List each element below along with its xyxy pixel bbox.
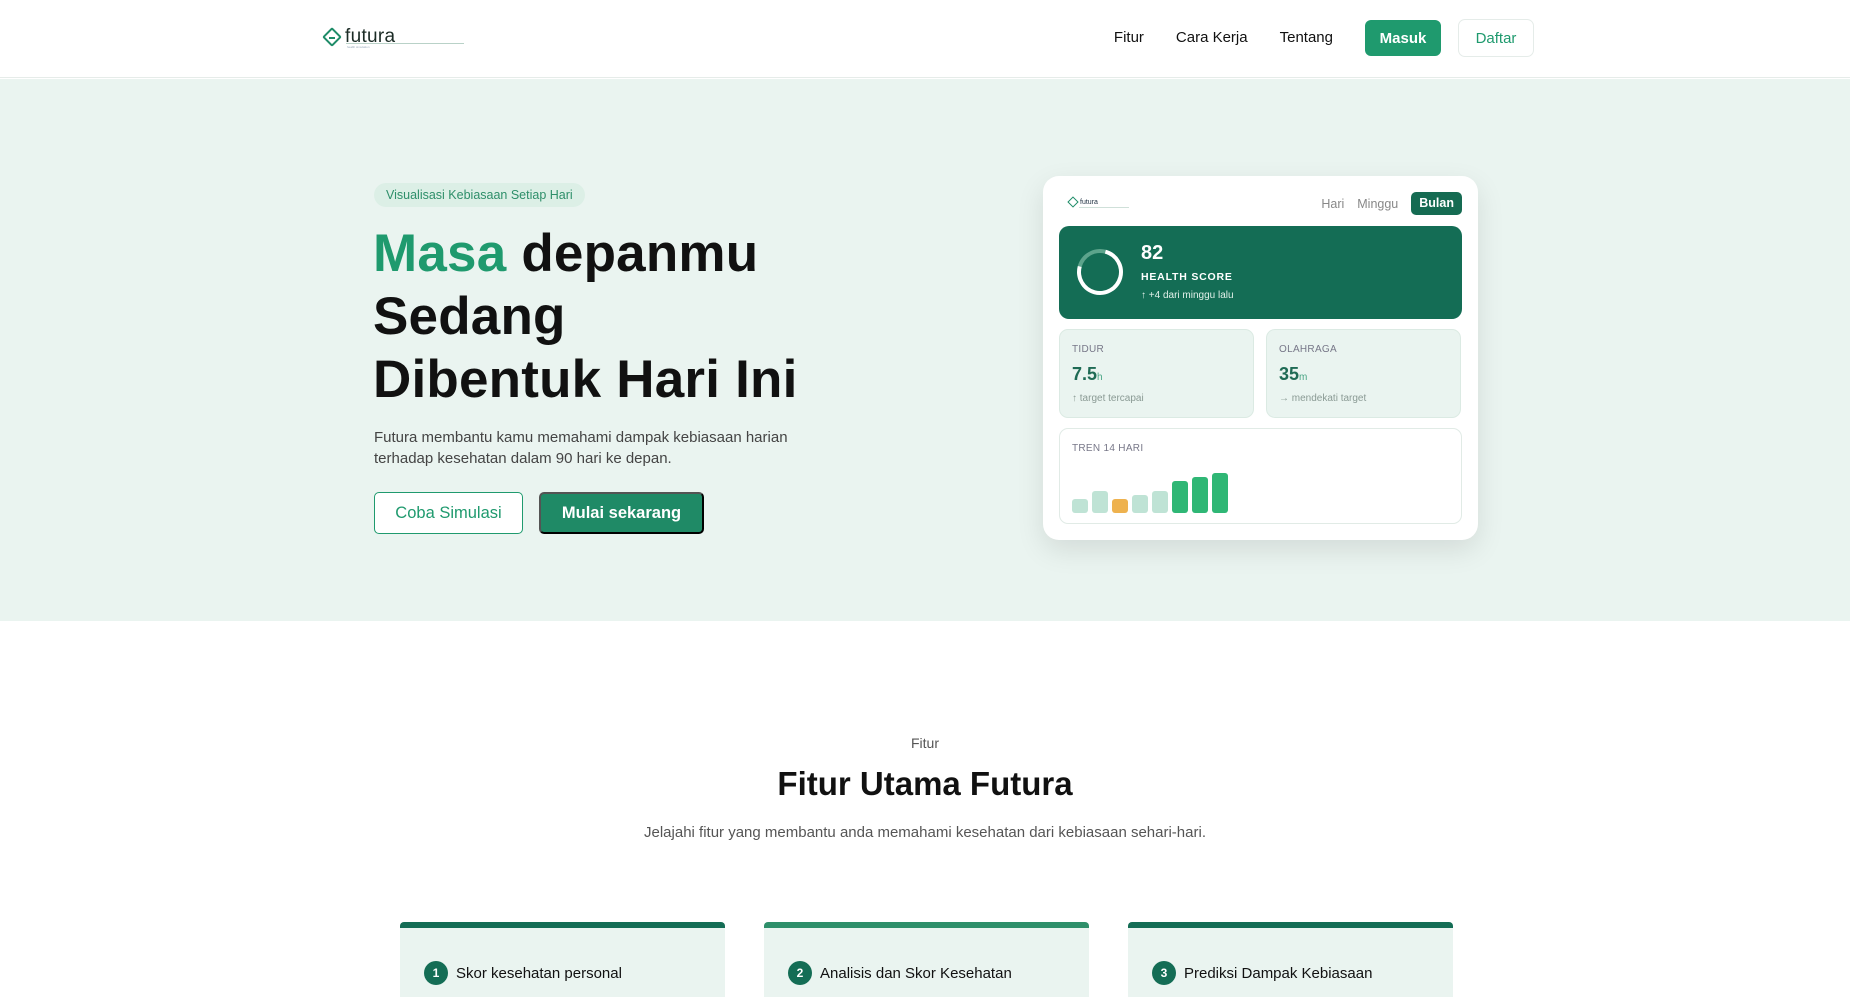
health-score-panel: 82 HEALTH SCORE ↑ +4 dari minggu lalu xyxy=(1059,226,1462,319)
trend-label: TREN 14 HARI xyxy=(1072,443,1144,454)
tab-bulan[interactable]: Bulan xyxy=(1411,192,1462,215)
main-nav: Fitur Cara Kerja Tentang Masuk Daftar xyxy=(1114,19,1534,57)
trend-bar xyxy=(1212,473,1228,513)
tab-hari[interactable]: Hari xyxy=(1321,197,1344,211)
feature-card-3[interactable]: 3 Prediksi Dampak Kebiasaan xyxy=(1128,922,1453,997)
feature-title: Skor kesehatan personal xyxy=(456,965,622,982)
sleep-label: TIDUR xyxy=(1072,344,1105,355)
try-simulation-button[interactable]: Coba Simulasi xyxy=(374,492,523,534)
trend-bars xyxy=(1072,465,1252,513)
exercise-label: OLAHRAGA xyxy=(1279,344,1337,355)
exercise-value: 35m xyxy=(1279,364,1308,384)
feature-number-badge: 2 xyxy=(788,961,812,985)
health-score-delta: ↑ +4 dari minggu lalu xyxy=(1141,290,1234,301)
hero-description: Futura membantu kamu memahami dampak keb… xyxy=(374,429,788,467)
diamond-logo-icon xyxy=(322,27,342,47)
sleep-stat-card: TIDUR 7.5h ↑ target tercapai xyxy=(1059,329,1254,418)
brand-logo[interactable]: futura health simulation xyxy=(322,24,464,50)
trend-bar xyxy=(1112,499,1128,513)
nav-link-cara-kerja[interactable]: Cara Kerja xyxy=(1176,20,1248,56)
exercise-stat-card: OLAHRAGA 35m → mendekati target xyxy=(1266,329,1461,418)
trend-bar xyxy=(1072,499,1088,513)
nav-link-tentang[interactable]: Tentang xyxy=(1280,20,1333,56)
hero-title-accent: Masa xyxy=(373,224,507,283)
login-button[interactable]: Masuk xyxy=(1365,20,1441,56)
start-now-button[interactable]: Mulai sekarang xyxy=(539,492,704,534)
feature-card-1[interactable]: 1 Skor kesehatan personal xyxy=(400,922,725,997)
hero-title: Masa depanmu Sedang Dibentuk Hari Ini xyxy=(373,222,798,411)
score-ring-icon xyxy=(1068,240,1132,304)
trend-bar xyxy=(1092,491,1108,513)
period-tabs: Hari Minggu Bulan xyxy=(1308,192,1462,215)
hero-title-line2: Sedang xyxy=(373,287,566,346)
feature-card-2[interactable]: 2 Analisis dan Skor Kesehatan xyxy=(764,922,1089,997)
dashboard-logo: futura xyxy=(1067,196,1129,208)
tab-minggu[interactable]: Minggu xyxy=(1357,197,1398,211)
feature-title: Analisis dan Skor Kesehatan xyxy=(820,965,1012,982)
hero-badge: Visualisasi Kebiasaan Setiap Hari xyxy=(374,183,585,207)
trend-bar xyxy=(1172,481,1188,513)
trend-chart-card: TREN 14 HARI xyxy=(1059,428,1462,524)
nav-link-fitur[interactable]: Fitur xyxy=(1114,20,1144,56)
feature-title: Prediksi Dampak Kebiasaan xyxy=(1184,965,1373,982)
hero-title-line3: Dibentuk Hari Ini xyxy=(373,350,798,409)
health-score-label: HEALTH SCORE xyxy=(1141,271,1233,283)
trend-bar xyxy=(1192,477,1208,513)
health-score-value: 82 xyxy=(1141,242,1164,264)
features-title: Fitur Utama Futura xyxy=(777,765,1073,802)
dashboard-preview-card: futura Hari Minggu Bulan 82 HEALTH SCORE… xyxy=(1043,176,1478,540)
brand-tagline: health simulation xyxy=(347,45,370,49)
register-button[interactable]: Daftar xyxy=(1458,19,1534,57)
features-kicker: Fitur xyxy=(911,735,939,751)
site-header: futura health simulation Fitur Cara Kerj… xyxy=(0,0,1850,78)
feature-number-badge: 1 xyxy=(424,961,448,985)
sleep-value: 7.5h xyxy=(1072,364,1103,384)
trend-bar xyxy=(1152,491,1168,513)
features-description: Jelajahi fitur yang membantu anda memaha… xyxy=(644,824,1206,841)
exercise-note: → mendekati target xyxy=(1279,393,1367,404)
diamond-logo-icon xyxy=(1067,196,1079,208)
trend-bar xyxy=(1132,495,1148,513)
feature-number-badge: 3 xyxy=(1152,961,1176,985)
hero-title-line1-rest: depanmu xyxy=(506,224,759,283)
sleep-note: ↑ target tercapai xyxy=(1072,393,1144,404)
hero-section: Visualisasi Kebiasaan Setiap Hari Masa d… xyxy=(0,79,1850,621)
